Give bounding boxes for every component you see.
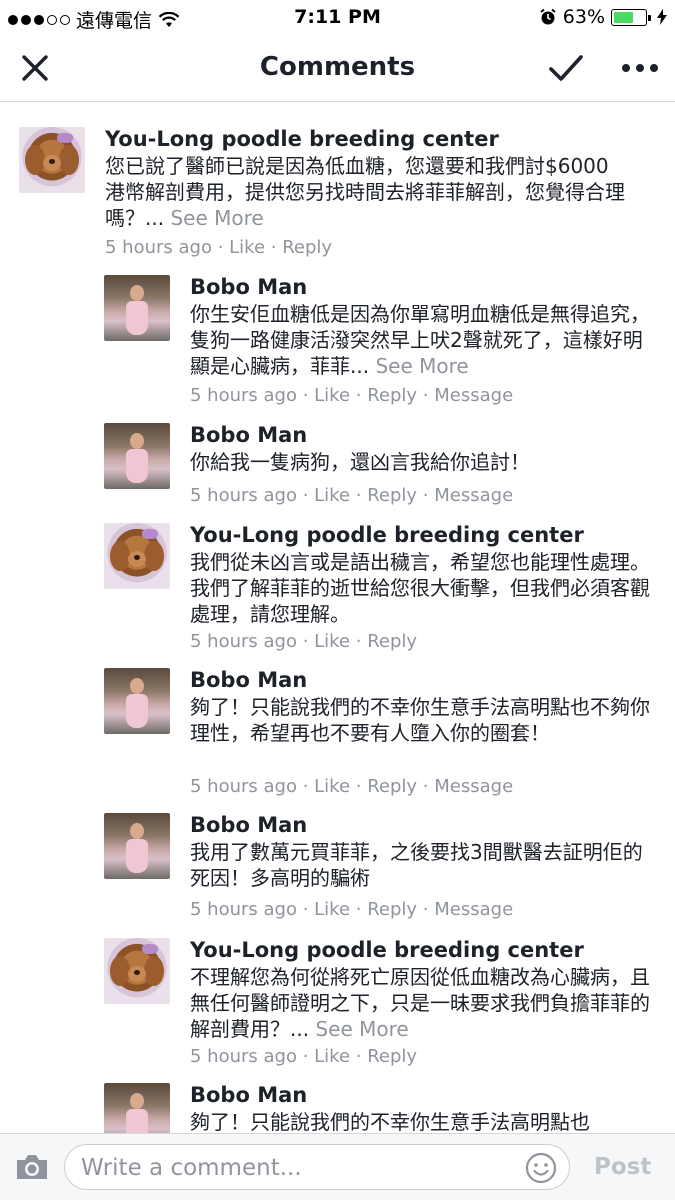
comment-box[interactable] [64,1144,570,1191]
comment-meta: 5 hours ago · Like · Reply [105,237,333,258]
comment-author[interactable]: You-Long poodle breeding center [105,127,499,151]
like-link[interactable]: Like [314,631,350,652]
charging-icon [657,9,667,25]
battery-level-fill [614,11,633,23]
comment-author[interactable]: Bobo Man [190,668,307,692]
avatar[interactable] [104,668,170,734]
comment-time: 5 hours ago [190,776,297,797]
comment-author[interactable]: You-Long poodle breeding center [190,938,584,962]
see-more-link[interactable]: See More [315,1017,408,1041]
comment-time: 5 hours ago [190,485,297,506]
comment-author[interactable]: Bobo Man [190,813,307,837]
like-link[interactable]: Like [314,899,350,920]
more-icon[interactable] [620,56,660,80]
comment-text: 你給我一隻病狗，還凶言我給你追討！ [190,450,530,474]
comment-text: 您已說了醫師已說是因為低血糖，您還要和我們討$6000港幣解剖費用，提供您另找時… [105,153,625,231]
comment-time: 5 hours ago [190,899,297,920]
comment-text: 我用了數萬元買菲菲，之後要找3間獸醫去証明佢的死因！多高明的騙術 [190,840,643,890]
comment-time: 5 hours ago [190,631,297,652]
comment-body: 不理解您為何從將死亡原因從低血糖改為心臟病，且無任何醫師證明之下，只是一昧要求我… [190,965,650,1041]
avatar[interactable] [104,523,170,589]
avatar[interactable] [19,127,85,193]
reply-item: Bobo Man 夠了！只能說我們的不幸你生意手法高明點也不夠你理性，希望再也不… [104,668,664,808]
comment-author[interactable]: You-Long poodle breeding center [190,523,584,547]
like-link[interactable]: Like [229,237,265,258]
message-link[interactable]: Message [434,485,513,506]
comment-meta: 5 hours ago · Like · Reply · Message [190,385,514,406]
comment-list[interactable]: You-Long poodle breeding center 您已說了醫師已說… [0,103,675,1133]
comment-text: 不理解您為何從將死亡原因從低血糖改為心臟病，且無任何醫師證明之下，只是一昧要求我… [190,964,660,1042]
comment-author[interactable]: Bobo Man [190,1083,307,1107]
post-button[interactable]: Post [594,1154,651,1180]
reply-item: Bobo Man 我用了數萬元買菲菲，之後要找3間獸醫去証明佢的死因！多高明的騙… [104,813,664,928]
comment-meta: 5 hours ago · Like · Reply [190,631,418,652]
reply-link[interactable]: Reply [367,776,417,797]
comment-composer: Post [0,1133,675,1200]
comment-meta: 5 hours ago · Like · Reply · Message [190,899,514,920]
comment-text: 我們從未凶言或是語出穢言，希望您也能理性處理。我們了解菲菲的逝世給您很大衝擊，但… [190,550,650,626]
comment-meta: 5 hours ago · Like · Reply [190,1046,418,1067]
reply-item: You-Long poodle breeding center 我們從未凶言或是… [104,523,664,663]
comment-time: 5 hours ago [190,1046,297,1067]
avatar[interactable] [104,813,170,879]
message-link[interactable]: Message [434,776,513,797]
reply-item: You-Long poodle breeding center 不理解您為何從將… [104,938,664,1078]
like-link[interactable]: Like [314,776,350,797]
see-more-link[interactable]: See More [170,206,263,230]
reply-item: Bobo Man 夠了！只能說我們的不幸你生意手法高明點也 [104,1083,664,1133]
reply-item: Bobo Man 你生安佢血糖低是因為你單寫明血糖低是無得追究，隻狗一路健康活潑… [104,275,664,415]
status-right: 63% [539,6,667,28]
comment-item: You-Long poodle breeding center 您已說了醫師已說… [19,127,659,267]
alarm-icon [540,8,556,25]
comment-author[interactable]: Bobo Man [190,423,307,447]
nav-bar: Comments [0,36,675,102]
comment-text: 夠了！只能說我們的不幸你生意手法高明點也不夠你理性，希望再也不要有人墮入你的圈套… [190,695,650,745]
battery-percent: 63% [562,6,605,28]
battery-icon [611,8,651,26]
comment-time: 5 hours ago [105,237,212,258]
reply-link[interactable]: Reply [367,631,417,652]
like-link[interactable]: Like [314,485,350,506]
see-more-link[interactable]: See More [375,354,468,378]
camera-icon[interactable] [14,1152,50,1182]
reply-link[interactable]: Reply [282,237,332,258]
avatar[interactable] [104,275,170,341]
reply-link[interactable]: Reply [367,1046,417,1067]
like-link[interactable]: Like [314,1046,350,1067]
comment-meta: 5 hours ago · Like · Reply · Message [190,776,514,797]
comment-meta: 5 hours ago · Like · Reply · Message [190,485,514,506]
comment-time: 5 hours ago [190,385,297,406]
avatar[interactable] [104,1083,170,1133]
message-link[interactable]: Message [434,385,513,406]
emoji-icon[interactable] [525,1152,557,1184]
comment-input[interactable] [79,1145,513,1191]
like-link[interactable]: Like [314,385,350,406]
checkmark-icon[interactable] [548,52,584,84]
comment-author[interactable]: Bobo Man [190,275,307,299]
message-link[interactable]: Message [434,899,513,920]
avatar[interactable] [104,938,170,1004]
reply-item: Bobo Man 你給我一隻病狗，還凶言我給你追討！ 5 hours ago ·… [104,423,664,513]
comment-text: 你生安佢血糖低是因為你單寫明血糖低是無得追究，隻狗一路健康活潑突然早上吠2聲就死… [190,301,660,379]
reply-link[interactable]: Reply [367,485,417,506]
status-bar: 遠傳電信 7:11 PM 63% [0,0,675,36]
comment-text: 夠了！只能說我們的不幸你生意手法高明點也 [190,1110,590,1133]
reply-link[interactable]: Reply [367,385,417,406]
avatar[interactable] [104,423,170,489]
reply-link[interactable]: Reply [367,899,417,920]
